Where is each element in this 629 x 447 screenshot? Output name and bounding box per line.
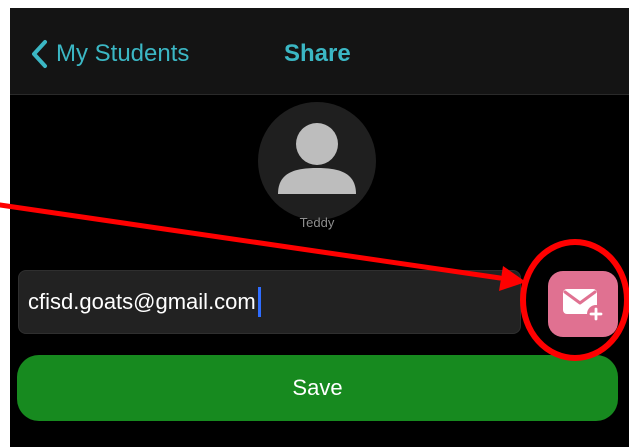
page-title: Share (284, 40, 351, 67)
chevron-left-icon (32, 40, 47, 68)
email-field-value: cfisd.goats@gmail.com (28, 289, 256, 314)
add-email-button[interactable] (548, 271, 618, 337)
save-button[interactable]: Save (17, 355, 618, 421)
share-screen: My Students Share Teddy cfisd.goats@gmai… (10, 8, 629, 447)
back-button[interactable]: My Students (30, 36, 189, 72)
person-icon (278, 123, 356, 194)
back-button-label: My Students (56, 40, 190, 67)
envelope-plus-icon (563, 289, 605, 323)
navigation-bar: My Students Share (10, 8, 629, 95)
avatar (258, 102, 376, 220)
email-field[interactable]: cfisd.goats@gmail.com (18, 270, 521, 334)
text-cursor (257, 287, 261, 317)
student-name: Teddy (299, 215, 335, 230)
